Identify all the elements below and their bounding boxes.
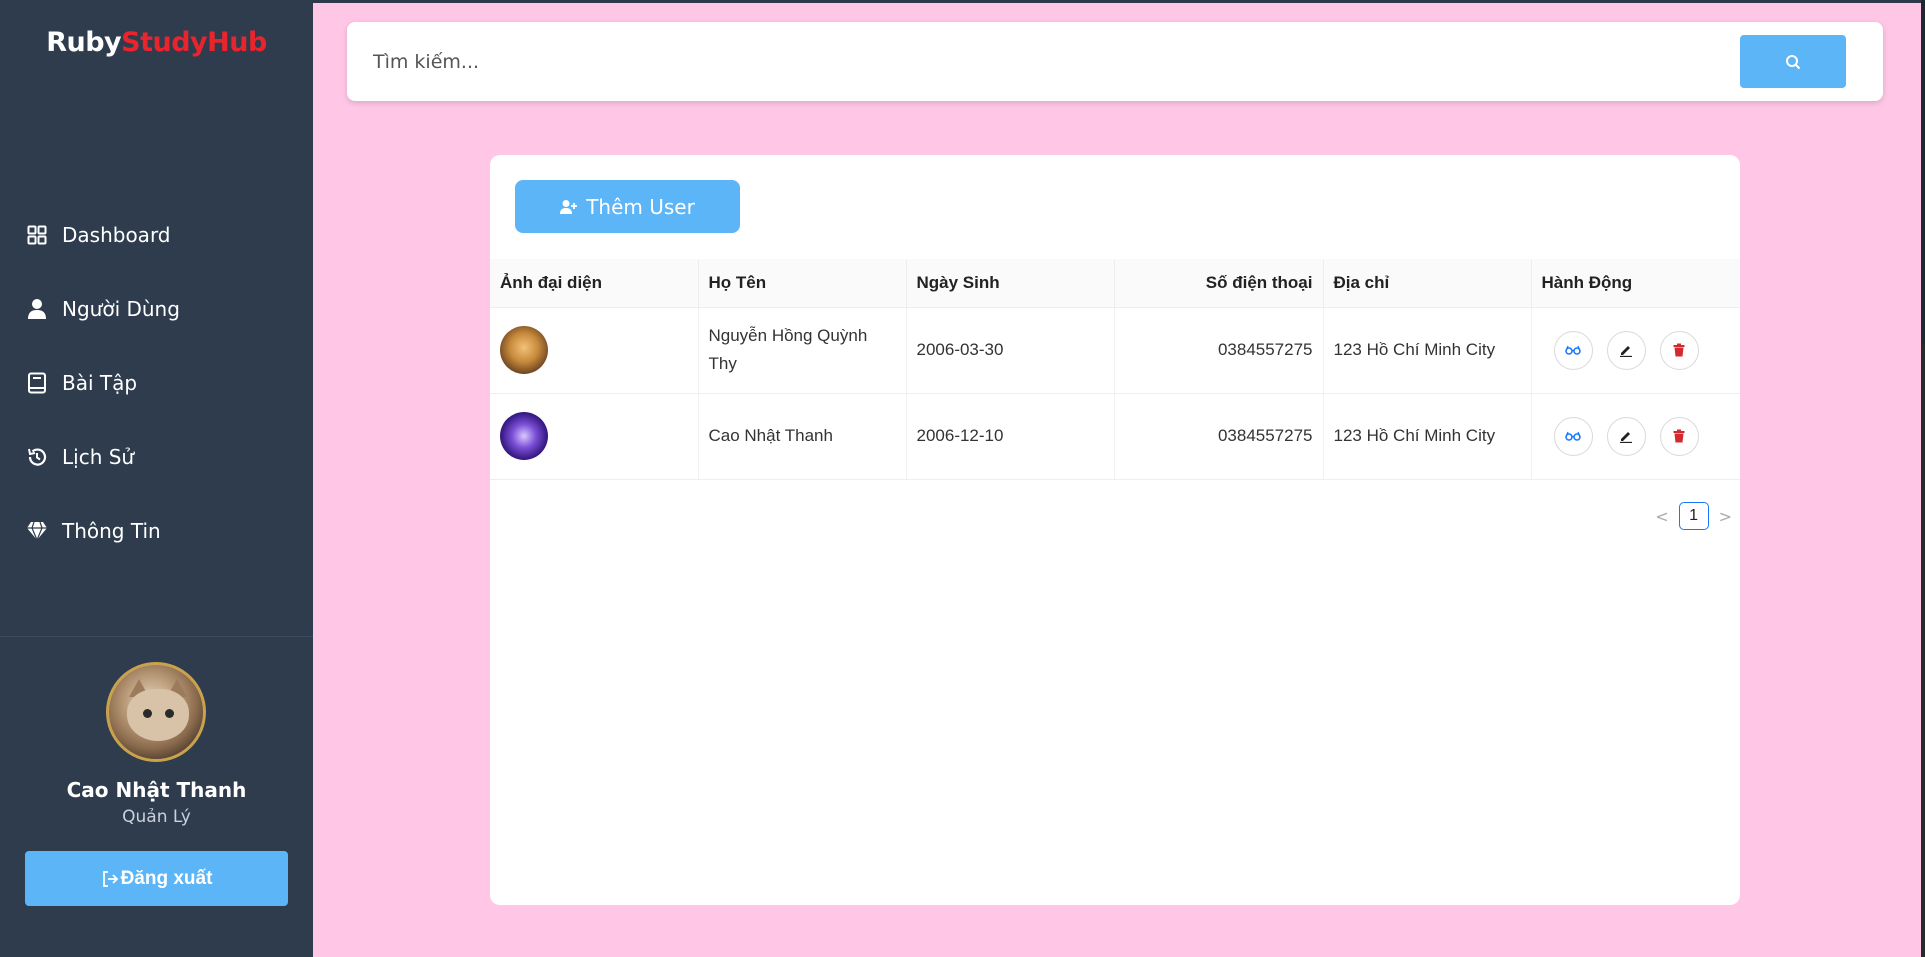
avatar-cell xyxy=(490,393,699,480)
search-icon xyxy=(1785,54,1801,70)
add-user-button[interactable]: Thêm User xyxy=(515,180,740,233)
sidebar-item-label: Bài Tập xyxy=(62,371,138,395)
trash-icon xyxy=(1673,429,1685,443)
logo-studyhub: StudyHub xyxy=(121,27,267,58)
logout-icon xyxy=(101,870,119,888)
edit-icon xyxy=(1619,343,1633,357)
trash-icon xyxy=(1673,343,1685,357)
actions-cell xyxy=(1531,307,1740,394)
sidebar-item-label: Lịch Sử xyxy=(62,445,135,469)
actions-cell xyxy=(1531,393,1740,480)
search-input[interactable] xyxy=(373,41,1753,83)
sidebar-item-dashboard[interactable]: Dashboard xyxy=(0,198,313,272)
user-icon xyxy=(26,298,48,320)
sidebar-item-label: Dashboard xyxy=(62,223,171,247)
search-bar xyxy=(347,22,1883,101)
logout-label: Đăng xuất xyxy=(120,867,213,889)
header-dob[interactable]: Ngày Sinh xyxy=(906,259,1115,308)
app-logo[interactable]: RubyStudyHub xyxy=(0,27,313,58)
dob-cell: 2006-12-10 xyxy=(906,393,1115,480)
avatar-cell xyxy=(490,307,699,394)
user-add-icon xyxy=(560,199,578,215)
dob-cell: 2006-03-30 xyxy=(906,307,1115,394)
name-cell: Cao Nhật Thanh xyxy=(698,393,907,480)
sidebar: RubyStudyHub Dashboard Người Dùng Bài Tậ… xyxy=(0,0,313,957)
window-edge xyxy=(1921,0,1925,344)
header-address[interactable]: Địa chỉ xyxy=(1323,259,1532,308)
search-button[interactable] xyxy=(1740,35,1846,88)
table-row: Nguyễn Hồng Quỳnh Thy 2006-03-30 0384557… xyxy=(490,307,1740,394)
name-cell: Nguyễn Hồng Quỳnh Thy xyxy=(698,307,907,394)
profile-name: Cao Nhật Thanh xyxy=(66,778,247,802)
address-cell: 123 Hồ Chí Minh City xyxy=(1323,307,1532,394)
view-button[interactable] xyxy=(1553,416,1593,456)
sidebar-nav: Dashboard Người Dùng Bài Tập Lịch Sử Thô… xyxy=(0,198,313,568)
sidebar-item-info[interactable]: Thông Tin xyxy=(0,494,313,568)
phone-cell: 0384557275 xyxy=(1114,393,1324,480)
header-phone[interactable]: Số điện thoại xyxy=(1114,259,1324,308)
delete-button[interactable] xyxy=(1659,330,1699,370)
avatar xyxy=(500,412,548,460)
users-table: Ảnh đại diện Họ Tên Ngày Sinh Số điện th… xyxy=(490,259,1740,480)
sidebar-item-users[interactable]: Người Dùng xyxy=(0,272,313,346)
pagination: < 1 > xyxy=(1655,502,1732,530)
diamond-icon xyxy=(26,520,48,542)
address-cell: 123 Hồ Chí Minh City xyxy=(1323,393,1532,480)
table-header-row: Ảnh đại diện Họ Tên Ngày Sinh Số điện th… xyxy=(490,259,1740,308)
header-actions: Hành Động xyxy=(1531,259,1740,308)
sidebar-item-exercises[interactable]: Bài Tập xyxy=(0,346,313,420)
header-avatar[interactable]: Ảnh đại diện xyxy=(490,259,699,308)
add-user-label: Thêm User xyxy=(586,194,695,219)
edit-button[interactable] xyxy=(1606,416,1646,456)
header-name[interactable]: Họ Tên xyxy=(698,259,907,308)
profile-role: Quản Lý xyxy=(122,807,191,827)
pagination-next[interactable]: > xyxy=(1719,507,1732,526)
users-card: Thêm User Ảnh đại diện Họ Tên Ngày Sinh … xyxy=(490,155,1740,905)
logout-button[interactable]: Đăng xuất xyxy=(25,851,288,906)
edit-button[interactable] xyxy=(1606,330,1646,370)
delete-button[interactable] xyxy=(1659,416,1699,456)
sidebar-item-label: Thông Tin xyxy=(62,519,161,543)
glasses-icon xyxy=(1565,431,1581,441)
window-edge-lower xyxy=(1921,344,1925,957)
view-button[interactable] xyxy=(1553,330,1593,370)
logo-ruby: Ruby xyxy=(46,27,122,58)
edit-icon xyxy=(1619,429,1633,443)
book-icon xyxy=(26,372,48,394)
pagination-prev[interactable]: < xyxy=(1655,507,1668,526)
glasses-icon xyxy=(1565,345,1581,355)
history-icon xyxy=(26,446,48,468)
pagination-page[interactable]: 1 xyxy=(1678,502,1709,530)
avatar[interactable] xyxy=(106,662,206,762)
sidebar-divider xyxy=(0,636,313,637)
phone-cell: 0384557275 xyxy=(1114,307,1324,394)
sidebar-item-label: Người Dùng xyxy=(62,297,180,321)
grid-icon xyxy=(26,224,48,246)
table-row: Cao Nhật Thanh 2006-12-10 0384557275 123… xyxy=(490,393,1740,480)
avatar xyxy=(500,326,548,374)
sidebar-item-history[interactable]: Lịch Sử xyxy=(0,420,313,494)
